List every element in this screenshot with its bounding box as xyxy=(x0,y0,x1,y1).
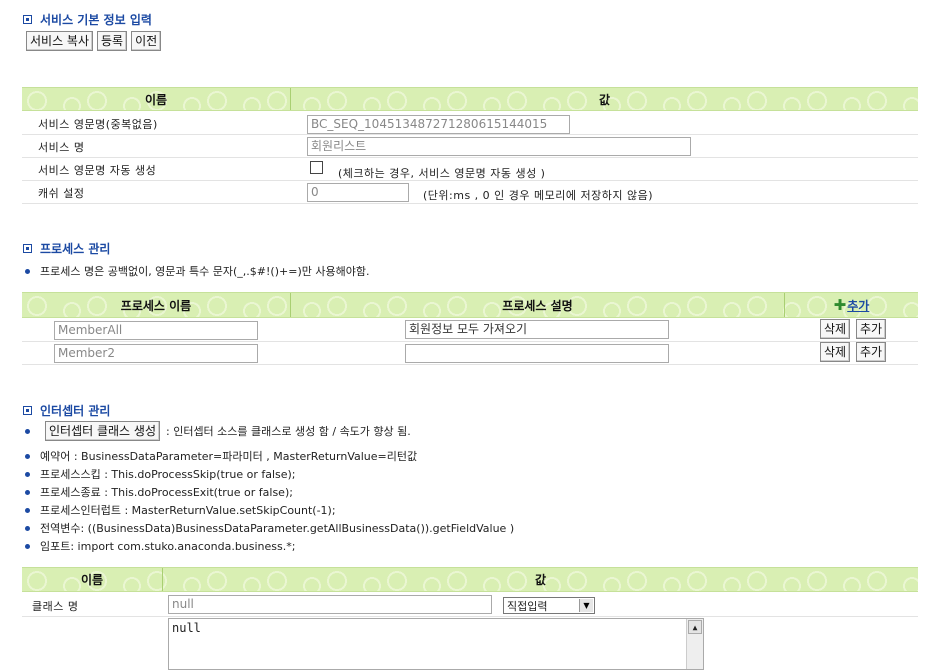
list-item-text: 프로세스인터럽트 : MasterReturnValue.setSkipCoun… xyxy=(40,504,336,517)
col-value-header: 값 xyxy=(598,92,611,107)
class-name-field[interactable]: null xyxy=(168,595,492,614)
bullet-icon xyxy=(25,453,30,459)
process-desc-field[interactable] xyxy=(405,344,669,363)
process-desc-field[interactable]: 회원정보 모두 가져오기 xyxy=(405,320,669,339)
select-value: 직접입력 xyxy=(507,599,548,613)
add-process-button[interactable]: 추가 xyxy=(856,342,887,362)
select-arrow-icon[interactable]: ▼ xyxy=(579,599,593,612)
section-title-text: 인터셉터 관리 xyxy=(40,404,111,418)
textarea-scrollbar[interactable]: ▲ xyxy=(686,619,703,669)
section-square-icon xyxy=(23,15,32,24)
list-item-text: 프로세스스킵 : This.doProcessSkip(true or fals… xyxy=(40,468,296,481)
col-name-header: 이름 xyxy=(144,92,168,107)
process-note-text: 프로세스 명은 공백없이, 영문과 특수 문자(_,.$#!()+=)만 사용해… xyxy=(40,265,370,278)
bullet-icon xyxy=(25,507,30,513)
add-process-link[interactable]: ✚ 추가 xyxy=(785,296,918,314)
col-interceptor-name-header: 이름 xyxy=(80,573,104,587)
service-name-field[interactable]: 회원리스트 xyxy=(307,137,691,156)
textarea-text: null xyxy=(172,621,201,635)
section-title-text: 서비스 기본 정보 입력 xyxy=(40,13,152,27)
bullet-icon xyxy=(25,428,30,434)
bullet-icon xyxy=(25,471,30,477)
cache-field[interactable]: 0 xyxy=(307,183,409,202)
list-item-text: 프로세스종료 : This.doProcessExit(true or fals… xyxy=(40,486,293,499)
input-type-select[interactable]: 직접입력 ▼ xyxy=(503,597,595,614)
list-item: 전역변수: ((BusinessData)BusinessDataParamet… xyxy=(25,519,514,537)
process-name-field[interactable]: MemberAll xyxy=(54,321,258,340)
class-name-label: 클래스 명 xyxy=(32,600,79,613)
add-process-button[interactable]: 추가 xyxy=(856,319,887,339)
list-item: 프로세스인터럽트 : MasterReturnValue.setSkipCoun… xyxy=(25,501,514,519)
section-title-text: 프로세스 관리 xyxy=(40,242,111,256)
list-item-text: 임포트: import com.stuko.anaconda.business.… xyxy=(40,540,296,553)
process-note: 프로세스 명은 공백없이, 영문과 특수 문자(_,.$#!()+=)만 사용해… xyxy=(25,263,369,279)
interceptor-code-textarea[interactable]: null ▲ xyxy=(168,618,704,670)
bullet-icon xyxy=(25,525,30,531)
add-link-text[interactable]: 추가 xyxy=(847,297,869,314)
generate-class-note: : 인터셉터 소스를 클래스로 생성 함 / 속도가 향상 됨. xyxy=(166,425,411,438)
auto-name-note: (체크하는 경우, 서비스 영문명 자동 생성 ) xyxy=(338,167,546,180)
col-interceptor-value-header: 값 xyxy=(534,573,547,587)
list-item-text: 전역변수: ((BusinessData)BusinessDataParamet… xyxy=(40,522,515,535)
list-item: 프로세스종료 : This.doProcessExit(true or fals… xyxy=(25,483,514,501)
interceptor-bullet-list: 예약어 : BusinessDataParameter=파라미터 , Maste… xyxy=(25,447,514,555)
cache-note: (단위:ms , 0 인 경우 메모리에 저장하지 않음) xyxy=(423,189,654,202)
process-name-field[interactable]: Member2 xyxy=(54,344,258,363)
section-title-interceptor: 인터셉터 관리 xyxy=(23,402,110,419)
section-title-service-info: 서비스 기본 정보 입력 xyxy=(23,11,152,28)
col-process-name-header: 프로세스 이름 xyxy=(120,298,192,313)
bullet-icon xyxy=(25,543,30,549)
delete-process-button[interactable]: 삭제 xyxy=(820,319,851,339)
plus-icon: ✚ xyxy=(833,296,847,314)
service-name-label: 서비스 명 xyxy=(38,141,85,154)
register-button[interactable]: 등록 xyxy=(97,31,128,51)
list-item: 임포트: import com.stuko.anaconda.business.… xyxy=(25,537,514,555)
bullet-icon xyxy=(25,268,30,274)
eng-name-field[interactable]: BC_SEQ_10451348727128061514401​5 xyxy=(307,115,570,134)
list-item: 예약어 : BusinessDataParameter=파라미터 , Maste… xyxy=(25,447,514,465)
interceptor-table-header: 이름 값 xyxy=(22,567,918,592)
interceptor-gen-line: 인터셉터 클래스 생성 : 인터셉터 소스를 클래스로 생성 함 / 속도가 향… xyxy=(25,421,411,441)
process-table-header: 프로세스 이름 프로세스 설명 ✚ 추가 xyxy=(22,292,918,318)
delete-process-button[interactable]: 삭제 xyxy=(820,342,851,362)
prev-button[interactable]: 이전 xyxy=(131,31,162,51)
scroll-up-icon[interactable]: ▲ xyxy=(688,620,702,634)
service-table-header: 이름 값 xyxy=(22,87,918,111)
col-process-desc-header: 프로세스 설명 xyxy=(502,298,573,313)
section-square-icon xyxy=(23,406,32,415)
bullet-icon xyxy=(25,489,30,495)
auto-name-label: 서비스 영문명 자동 생성 xyxy=(38,164,157,177)
section-title-process: 프로세스 관리 xyxy=(23,240,110,257)
eng-name-label: 서비스 영문명(중복없음) xyxy=(38,118,158,131)
auto-name-checkbox[interactable] xyxy=(310,161,323,174)
list-item: 프로세스스킵 : This.doProcessSkip(true or fals… xyxy=(25,465,514,483)
list-item-text: 예약어 : BusinessDataParameter=파라미터 , Maste… xyxy=(40,450,418,463)
copy-service-button[interactable]: 서비스 복사 xyxy=(26,31,94,51)
service-toolbar: 서비스 복사 등록 이전 xyxy=(26,31,162,51)
section-square-icon xyxy=(23,244,32,253)
cache-label: 캐쉬 설정 xyxy=(38,187,85,200)
generate-class-button[interactable]: 인터셉터 클래스 생성 xyxy=(45,421,160,441)
